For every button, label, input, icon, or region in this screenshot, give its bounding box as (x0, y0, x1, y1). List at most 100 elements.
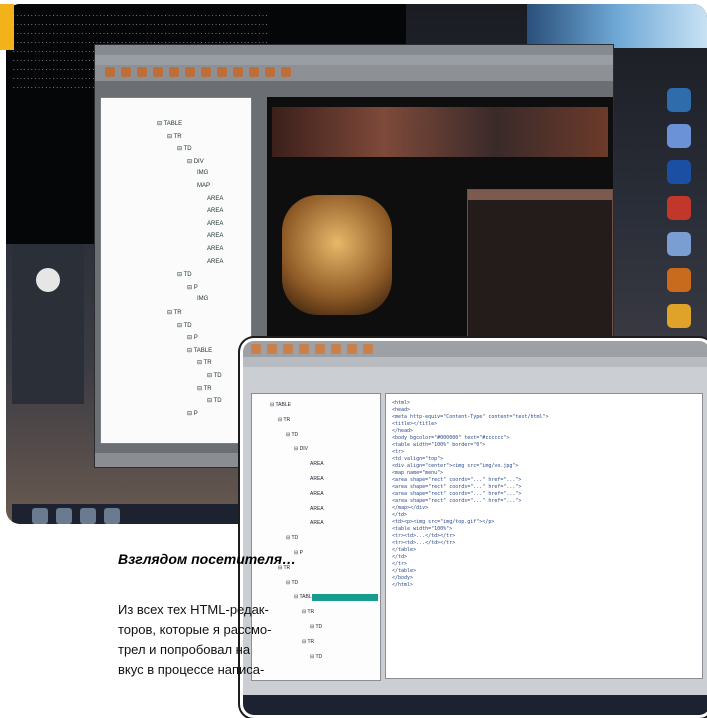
code-line: </table> (392, 547, 417, 553)
toolbar-button[interactable] (121, 67, 131, 77)
code-line: <table width="100%" border="0"> (392, 442, 486, 448)
desktop-app-icon[interactable] (667, 160, 691, 184)
code-line: <area shape="rect" coords="..." href="..… (392, 477, 522, 483)
toolbar-button[interactable] (283, 344, 293, 354)
tree-node[interactable]: AREA (310, 506, 324, 512)
code-line: <tr><td>...</td></tr> (392, 533, 456, 539)
code-line: </table> (392, 568, 417, 574)
toolbar-button[interactable] (347, 344, 357, 354)
tree-node[interactable]: AREA (207, 259, 223, 265)
desktop-app-icon[interactable] (667, 304, 691, 328)
code-line: </html> (392, 582, 414, 588)
desktop-app-icon[interactable] (667, 196, 691, 220)
tree-node[interactable]: ⊟ P (187, 334, 198, 341)
taskbar (12, 504, 246, 524)
tree-node[interactable]: AREA (310, 491, 324, 497)
tree-node[interactable]: ⊟ TR (197, 359, 212, 366)
tree-node[interactable]: ⊟ DIV (187, 158, 204, 165)
tree-node[interactable]: ⊟ TD (286, 432, 298, 438)
desktop-app-icon[interactable] (667, 232, 691, 256)
tree-node[interactable]: AREA (310, 520, 324, 526)
document-tree-panel[interactable]: ⊟ TABLE ⊟ TR ⊟ TD ⊟ DIV AREA AREA AREA AREA AREA… (251, 393, 381, 681)
tree-node[interactable]: ⊟ TD (310, 624, 322, 630)
code-line: <area shape="rect" coords="..." href="..… (392, 491, 522, 497)
taskbar-app-icon[interactable] (104, 508, 120, 524)
toolbar-button[interactable] (331, 344, 341, 354)
window-titlebar[interactable] (95, 45, 613, 55)
code-line: <map name="menu"> (392, 470, 444, 476)
tree-node[interactable]: ⊟ TABLE (270, 402, 291, 408)
toolbar-button[interactable] (233, 67, 243, 77)
tree-node[interactable]: AREA (310, 461, 324, 467)
tree-node[interactable]: ⊟ TR (302, 609, 314, 615)
code-line: <td><p><img src="img/top.gif"></p> (392, 519, 495, 525)
tree-node[interactable]: ⊟ TR (167, 309, 182, 316)
code-line: <body bgcolor="#000000" text="#cccccc"> (392, 435, 510, 441)
taskbar (243, 695, 707, 715)
menu-bar[interactable] (95, 55, 613, 65)
article-line: вкус в процессе написа- (118, 662, 265, 677)
code-line: <head> (392, 407, 411, 413)
tree-node[interactable]: MAP (197, 183, 210, 189)
tree-node[interactable]: ⊟ TR (167, 133, 182, 140)
toolbar-button[interactable] (265, 67, 275, 77)
toolbar-button[interactable] (169, 67, 179, 77)
tree-node[interactable]: ⊟ TD (286, 535, 298, 541)
toolbar-button[interactable] (137, 67, 147, 77)
tree-node[interactable]: AREA (207, 221, 223, 227)
desktop-app-icon[interactable] (667, 88, 691, 112)
tree-node[interactable]: ⊟ TABLE (187, 347, 212, 354)
toolbar-button[interactable] (315, 344, 325, 354)
code-line: <meta http-equiv="Content-Type" content=… (392, 414, 549, 420)
tree-node[interactable]: AREA (207, 246, 223, 252)
taskbar-app-icon[interactable] (56, 508, 72, 524)
tree-node[interactable]: ⊟ TR (278, 417, 290, 423)
tree-node[interactable]: ⊟ TR (197, 385, 212, 392)
toolbar-button[interactable] (363, 344, 373, 354)
taskbar-app-icon[interactable] (32, 508, 48, 524)
tree-node[interactable]: IMG (197, 170, 208, 176)
code-line: </map></div> (392, 505, 429, 511)
tree-node[interactable]: ⊟ TD (207, 397, 222, 404)
code-line: </head> (392, 428, 414, 434)
desktop-app-icon[interactable] (667, 124, 691, 148)
tree-node[interactable]: ⊟ TABLE (157, 120, 182, 127)
tree-node[interactable]: IMG (197, 296, 208, 302)
editor-tabs[interactable] (243, 357, 707, 367)
code-line: </td> (392, 554, 408, 560)
disc-icon[interactable] (36, 268, 60, 292)
tree-node[interactable]: ⊟ TD (286, 580, 298, 586)
tree-node[interactable]: AREA (207, 208, 223, 214)
toolbar-button[interactable] (153, 67, 163, 77)
code-line: <td valign="top"> (392, 456, 444, 462)
code-line: </body> (392, 575, 414, 581)
toolbar-button[interactable] (281, 67, 291, 77)
article-line: трел и попробовал на (118, 642, 251, 657)
tree-node[interactable]: ⊟ P (187, 410, 198, 417)
desktop-app-icon[interactable] (667, 268, 691, 292)
tree-node[interactable]: ⊟ P (187, 284, 198, 291)
tree-node[interactable]: ⊟ DIV (294, 446, 308, 452)
toolbar-button[interactable] (267, 344, 277, 354)
tree-node[interactable]: ⊟ TD (177, 271, 192, 278)
source-code-editor[interactable]: <html> <head> <meta http-equiv="Content-Ty… (385, 393, 703, 679)
tree-node[interactable]: AREA (310, 476, 324, 482)
tree-node[interactable]: AREA (207, 233, 223, 239)
tree-node[interactable]: ⊟ TD (207, 372, 222, 379)
toolbar-button[interactable] (185, 67, 195, 77)
toolbar-button[interactable] (299, 344, 309, 354)
tree-node[interactable]: ⊟ TD (177, 322, 192, 329)
tree-node[interactable]: AREA (207, 196, 223, 202)
tree-node[interactable]: ⊟ TD (310, 654, 322, 660)
toolbar-button[interactable] (105, 67, 115, 77)
figure-caption: Взглядом посетителя… (118, 551, 296, 567)
toolbar-button[interactable] (249, 67, 259, 77)
taskbar-app-icon[interactable] (80, 508, 96, 524)
document-tree-panel[interactable]: ⊟ TABLE ⊟ TR ⊟ TD ⊟ DIV IMG MAP AREA AREA AREA AR… (100, 97, 252, 444)
toolbar-button[interactable] (217, 67, 227, 77)
toolbar-button[interactable] (251, 344, 261, 354)
tree-node[interactable]: ⊟ TR (302, 639, 314, 645)
article-line: Из всех тех HTML-редак- (118, 602, 269, 617)
tree-node[interactable]: ⊟ TD (177, 145, 192, 152)
toolbar-button[interactable] (201, 67, 211, 77)
